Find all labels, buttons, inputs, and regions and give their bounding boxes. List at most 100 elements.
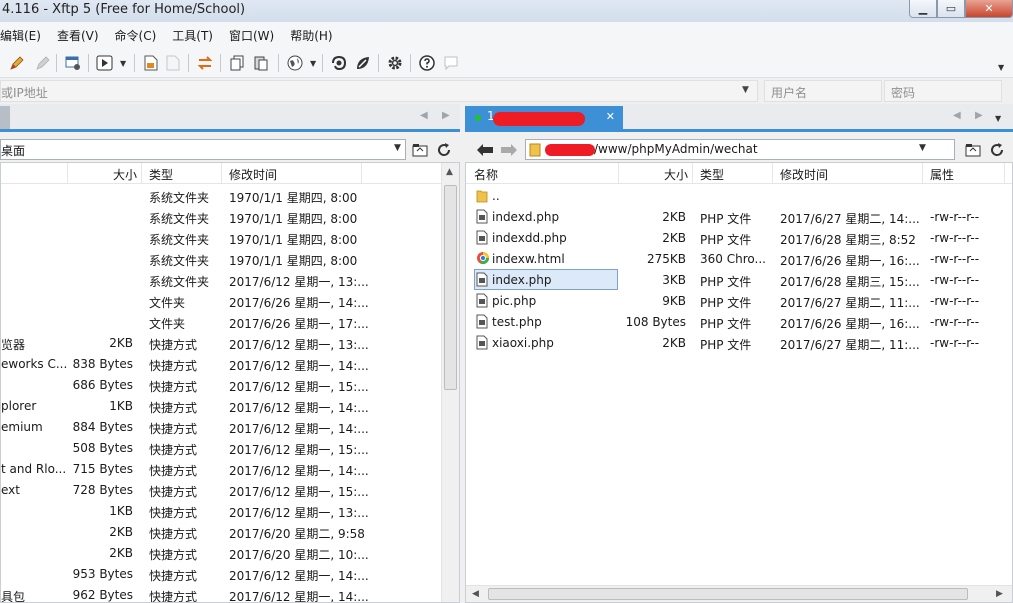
table-row[interactable]: 508 Bytes 快捷方式 2017/6/12 星期一, 15:...: [1, 437, 459, 458]
table-row[interactable]: pic.php 9KB PHP 文件 2017/6/27 星期二, 11:... -rw…: [466, 290, 1012, 311]
column-divider[interactable]: [692, 163, 693, 184]
column-divider[interactable]: [67, 163, 68, 184]
host-input[interactable]: 或IP地址: [0, 80, 758, 102]
edit-pencil-icon[interactable]: [8, 54, 26, 72]
chevron-down-icon[interactable]: ▼: [394, 143, 401, 153]
open-folder-icon[interactable]: [410, 140, 430, 160]
scroll-thumb[interactable]: [444, 185, 457, 390]
back-arrow-icon[interactable]: [475, 140, 495, 160]
close-tab-icon[interactable]: ✕: [606, 110, 615, 123]
table-row[interactable]: t and Rlo... 715 Bytes 快捷方式 2017/6/12 星期一, …: [1, 458, 459, 479]
minimize-button[interactable]: ▁: [909, 0, 937, 18]
globe-icon[interactable]: [286, 54, 304, 72]
menu-command[interactable]: 命令(C): [115, 27, 157, 44]
column-size[interactable]: 大小: [664, 166, 688, 183]
tab-next-icon[interactable]: ▶: [442, 110, 450, 121]
table-row[interactable]: 系统文件夹 1970/1/1 星期四, 8:00: [1, 227, 459, 248]
run-icon[interactable]: [96, 54, 114, 72]
table-row[interactable]: 具包 962 Bytes 快捷方式 2017/6/12 星期一, 14:...: [1, 584, 459, 602]
tab-remote-session[interactable]: 1 ✕: [465, 106, 623, 129]
table-row[interactable]: 系统文件夹 1970/1/1 星期四, 8:00: [1, 206, 459, 227]
transfer-icon[interactable]: [196, 54, 214, 72]
tab-prev-icon[interactable]: ◀: [953, 110, 961, 121]
table-row[interactable]: 系统文件夹 1970/1/1 星期四, 8:00: [1, 248, 459, 269]
menu-view[interactable]: 查看(V): [57, 27, 99, 44]
column-type[interactable]: 类型: [700, 166, 724, 183]
maximize-button[interactable]: ▭: [937, 0, 965, 18]
column-divider[interactable]: [221, 163, 222, 184]
properties-icon[interactable]: [64, 54, 82, 72]
scroll-left-icon[interactable]: ◀: [472, 589, 479, 599]
scroll-right-icon[interactable]: ▶: [996, 589, 1003, 599]
menu-help[interactable]: 帮助(H): [290, 27, 332, 44]
column-divider[interactable]: [1004, 163, 1005, 184]
remote-horizontal-scrollbar[interactable]: ◀ ▶: [466, 585, 1012, 602]
menu-edit[interactable]: 编辑(E): [0, 27, 41, 44]
table-row[interactable]: 953 Bytes 快捷方式 2017/6/12 星期一, 14:...: [1, 563, 459, 584]
paste-icon[interactable]: [252, 54, 270, 72]
copy-icon[interactable]: [228, 54, 246, 72]
table-row[interactable]: 2KB 快捷方式 2017/6/20 星期二, 10:...: [1, 542, 459, 563]
scroll-thumb[interactable]: [488, 588, 968, 600]
help-icon[interactable]: [418, 54, 436, 72]
table-row[interactable]: indexd.php 2KB PHP 文件 2017/6/27 星期二, 14:...…: [466, 206, 1012, 227]
table-row[interactable]: xiaoxi.php 2KB PHP 文件 2017/6/27 星期二, 11:...…: [466, 332, 1012, 353]
table-row[interactable]: 1KB 快捷方式 2017/6/12 星期一, 13:...: [1, 500, 459, 521]
table-row[interactable]: 览器 2KB 快捷方式 2017/6/12 星期一, 13:...: [1, 332, 459, 353]
file-type: 快捷方式: [149, 401, 198, 415]
refresh-icon[interactable]: [987, 140, 1007, 160]
column-modified[interactable]: 修改时间: [229, 166, 277, 183]
forward-arrow-icon[interactable]: [499, 140, 519, 160]
column-modified[interactable]: 修改时间: [780, 166, 828, 183]
column-permissions[interactable]: 属性: [930, 166, 954, 183]
column-type[interactable]: 类型: [149, 166, 173, 183]
table-row[interactable]: 系统文件夹 1970/1/1 星期四, 8:00: [1, 185, 459, 206]
chevron-down-icon[interactable]: ▼: [919, 143, 926, 153]
close-button[interactable]: ✕: [965, 0, 1013, 18]
table-row[interactable]: index.php 3KB PHP 文件 2017/6/28 星期三, 15:... -…: [466, 269, 1012, 290]
table-row[interactable]: 文件夹 2017/6/26 星期一, 14:...: [1, 290, 459, 311]
table-row[interactable]: eworks C... 838 Bytes 快捷方式 2017/6/12 星期一, 1…: [1, 353, 459, 374]
table-row[interactable]: 系统文件夹 2017/6/12 星期一, 13:...: [1, 269, 459, 290]
refresh-icon[interactable]: [434, 140, 454, 160]
php-file-icon: [476, 209, 489, 224]
chevron-down-icon[interactable]: ▼: [310, 59, 316, 68]
tab-next-icon[interactable]: ▶: [975, 110, 983, 121]
table-row[interactable]: indexdd.php 2KB PHP 文件 2017/6/28 星期三, 8:52-…: [466, 227, 1012, 248]
chevron-down-icon[interactable]: ▼: [120, 59, 126, 68]
xshell-icon[interactable]: [330, 54, 348, 72]
table-row[interactable]: ext 728 Bytes 快捷方式 2017/6/12 星期一, 15:...: [1, 479, 459, 500]
column-size[interactable]: 大小: [113, 166, 137, 183]
menu-window[interactable]: 窗口(W): [229, 27, 274, 44]
column-name[interactable]: 名称: [474, 166, 498, 183]
table-row[interactable]: emium 884 Bytes 快捷方式 2017/6/12 星期一, 14:...: [1, 416, 459, 437]
username-input[interactable]: 用户名: [764, 80, 882, 102]
column-divider[interactable]: [361, 163, 362, 184]
tab-list-icon[interactable]: ▼: [995, 114, 1001, 123]
table-row[interactable]: test.php 108 Bytes PHP 文件 2017/6/26 星期一, 16…: [466, 311, 1012, 332]
column-divider[interactable]: [618, 163, 619, 184]
column-divider[interactable]: [141, 163, 142, 184]
php-file-icon: [476, 293, 489, 308]
table-row[interactable]: indexw.html 275KB 360 Chro... 2017/6/26 星期一…: [466, 248, 1012, 269]
toolbar-overflow-icon[interactable]: ▼: [998, 63, 1004, 72]
tab-local[interactable]: [0, 106, 10, 129]
local-path-input[interactable]: 桌面: [0, 139, 406, 160]
open-folder-icon[interactable]: [963, 140, 983, 160]
local-vertical-scrollbar[interactable]: ▲: [441, 163, 459, 602]
new-file-icon[interactable]: [142, 54, 160, 72]
leaf-icon[interactable]: [354, 54, 372, 72]
column-divider[interactable]: [772, 163, 773, 184]
scroll-up-icon[interactable]: ▲: [446, 167, 453, 177]
table-row[interactable]: 文件夹 2017/6/26 星期一, 17:...: [1, 311, 459, 332]
table-row[interactable]: 686 Bytes 快捷方式 2017/6/12 星期一, 15:...: [1, 374, 459, 395]
gear-icon[interactable]: [386, 54, 404, 72]
table-row[interactable]: ..: [466, 185, 1012, 206]
chevron-down-icon[interactable]: ▼: [742, 85, 749, 95]
password-input[interactable]: 密码: [884, 80, 1002, 102]
tab-prev-icon[interactable]: ◀: [420, 110, 428, 121]
column-divider[interactable]: [922, 163, 923, 184]
menu-tools[interactable]: 工具(T): [172, 27, 213, 44]
table-row[interactable]: 2KB 快捷方式 2017/6/20 星期二, 9:58: [1, 521, 459, 542]
table-row[interactable]: plorer 1KB 快捷方式 2017/6/12 星期一, 14:...: [1, 395, 459, 416]
